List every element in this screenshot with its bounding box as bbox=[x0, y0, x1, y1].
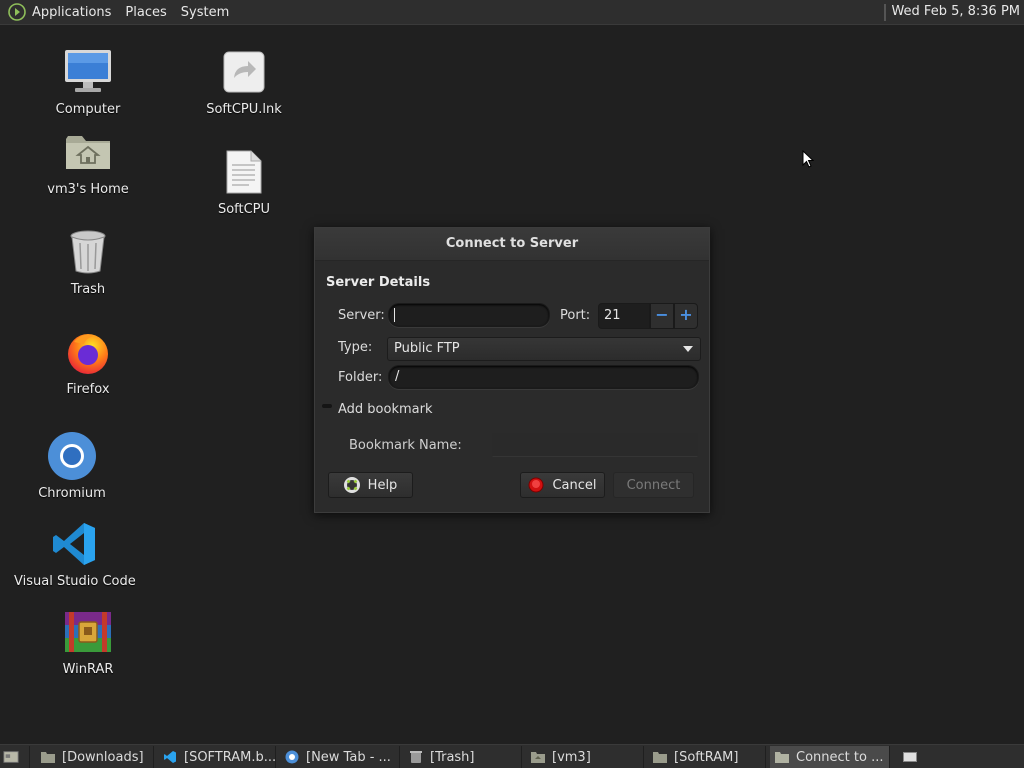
add-bookmark-label[interactable]: Add bookmark bbox=[338, 402, 433, 417]
port-input[interactable]: 21 bbox=[598, 303, 650, 329]
taskbar-item-label: [SoftRAM] bbox=[674, 749, 739, 765]
taskbar-item-trash[interactable]: [Trash] bbox=[404, 746, 522, 768]
taskbar-item-label: Connect to ... bbox=[796, 749, 884, 765]
desktop-icon-label: Chromium bbox=[38, 486, 106, 501]
folder-icon bbox=[40, 749, 56, 765]
plus-icon: + bbox=[679, 305, 693, 324]
bookmark-name-input[interactable] bbox=[492, 433, 698, 457]
desktop-icon-home[interactable]: vm3's Home bbox=[28, 125, 148, 197]
home-folder-icon bbox=[530, 749, 546, 765]
desktop-icon-label: Trash bbox=[70, 282, 106, 297]
distro-logo-icon[interactable] bbox=[8, 3, 26, 21]
folder-input-value: / bbox=[395, 369, 400, 384]
minus-icon: − bbox=[655, 305, 669, 324]
applications-menu[interactable]: Applications bbox=[32, 5, 111, 20]
help-lifebuoy-icon bbox=[343, 477, 360, 493]
folder-label: Folder: bbox=[338, 370, 383, 385]
desktop-icon-softcpu[interactable]: SoftCPU bbox=[184, 145, 304, 217]
desktop-icon-winrar[interactable]: WinRAR bbox=[28, 605, 148, 677]
desktop-icon-label: SoftCPU bbox=[217, 202, 271, 217]
mouse-pointer-icon bbox=[802, 149, 815, 172]
winrar-icon bbox=[61, 605, 115, 659]
connect-button-label: Connect bbox=[626, 477, 681, 493]
taskbar-item-label: [Downloads] bbox=[62, 749, 144, 765]
desktop-icon-computer[interactable]: Computer bbox=[28, 45, 148, 117]
cancel-button[interactable]: Cancel bbox=[520, 472, 605, 498]
vscode-icon bbox=[162, 749, 178, 765]
places-menu[interactable]: Places bbox=[125, 5, 166, 20]
port-increment-button[interactable]: + bbox=[674, 303, 698, 329]
taskbar-item-softram[interactable]: [SoftRAM] bbox=[648, 746, 766, 768]
desktop-icon-label: Visual Studio Code bbox=[14, 574, 136, 589]
desktop-icon-label: Firefox bbox=[66, 382, 110, 397]
text-file-icon bbox=[217, 145, 271, 199]
port-value: 21 bbox=[604, 308, 621, 323]
type-select[interactable]: Public FTP bbox=[387, 337, 701, 361]
top-panel: Applications Places System Wed Feb 5, 8:… bbox=[0, 0, 1024, 25]
taskbar-item-vm3[interactable]: [vm3] bbox=[526, 746, 644, 768]
server-input[interactable] bbox=[388, 303, 550, 327]
workspace-switcher[interactable] bbox=[898, 746, 922, 768]
taskbar-item-label: [vm3] bbox=[552, 749, 591, 765]
bottom-taskbar: [Downloads] [SOFTRAM.b... [New Tab - ...… bbox=[0, 744, 1024, 768]
system-menu[interactable]: System bbox=[181, 5, 229, 20]
dropdown-arrow-icon bbox=[683, 346, 693, 352]
trash-icon bbox=[408, 749, 424, 765]
folder-icon bbox=[652, 749, 668, 765]
taskbar-item-label: [SOFTRAM.b... bbox=[184, 749, 276, 765]
desktop-icon-label: SoftCPU.lnk bbox=[206, 102, 282, 117]
desktop-icon-label: Computer bbox=[55, 102, 121, 117]
help-button[interactable]: Help bbox=[328, 472, 413, 498]
type-select-value: Public FTP bbox=[394, 341, 460, 356]
desktop-icon-label: WinRAR bbox=[62, 662, 114, 677]
desktop-icon-trash[interactable]: Trash bbox=[28, 225, 148, 297]
server-details-heading: Server Details bbox=[326, 275, 431, 290]
workspace-icon bbox=[902, 749, 918, 765]
home-folder-icon bbox=[61, 125, 115, 179]
port-decrement-button[interactable]: − bbox=[650, 303, 674, 329]
firefox-icon bbox=[61, 325, 115, 379]
show-desktop-button[interactable] bbox=[0, 746, 30, 768]
taskbar-item-new-tab[interactable]: [New Tab - ... bbox=[280, 746, 400, 768]
taskbar-item-label: [New Tab - ... bbox=[306, 749, 391, 765]
bookmark-name-label: Bookmark Name: bbox=[349, 438, 462, 453]
cancel-button-label: Cancel bbox=[552, 477, 597, 493]
trash-icon bbox=[61, 225, 115, 279]
vscode-icon bbox=[47, 517, 101, 571]
help-button-label: Help bbox=[367, 477, 398, 493]
panel-clock[interactable]: Wed Feb 5, 8:36 PM bbox=[891, 4, 1020, 19]
type-label: Type: bbox=[338, 340, 373, 355]
cancel-stop-icon bbox=[528, 477, 544, 493]
show-desktop-icon bbox=[3, 749, 19, 765]
desktop-icon-chromium[interactable]: Chromium bbox=[12, 429, 132, 501]
chromium-icon bbox=[45, 429, 99, 483]
taskbar-item-connect-to-server[interactable]: Connect to ... bbox=[770, 746, 890, 768]
desktop-icon-label: vm3's Home bbox=[47, 182, 129, 197]
add-bookmark-checkbox[interactable] bbox=[322, 404, 332, 408]
desktop-icon-softcpu-lnk[interactable]: SoftCPU.lnk bbox=[184, 45, 304, 117]
folder-icon bbox=[774, 749, 790, 765]
port-label: Port: bbox=[560, 308, 591, 323]
taskbar-item-label: [Trash] bbox=[430, 749, 475, 765]
folder-input[interactable]: / bbox=[388, 365, 699, 389]
taskbar-item-softram-vscode[interactable]: [SOFTRAM.b... bbox=[158, 746, 276, 768]
server-label: Server: bbox=[338, 308, 385, 323]
taskbar-item-downloads[interactable]: [Downloads] bbox=[36, 746, 154, 768]
link-file-icon bbox=[217, 45, 271, 99]
text-cursor bbox=[394, 308, 395, 322]
connect-button[interactable]: Connect bbox=[613, 472, 694, 498]
desktop-icon-vscode[interactable]: Visual Studio Code bbox=[14, 517, 136, 589]
dialog-title[interactable]: Connect to Server bbox=[315, 228, 709, 261]
computer-icon bbox=[61, 45, 115, 99]
desktop-icon-firefox[interactable]: Firefox bbox=[28, 325, 148, 397]
chromium-icon bbox=[284, 749, 300, 765]
panel-separator bbox=[884, 4, 886, 21]
